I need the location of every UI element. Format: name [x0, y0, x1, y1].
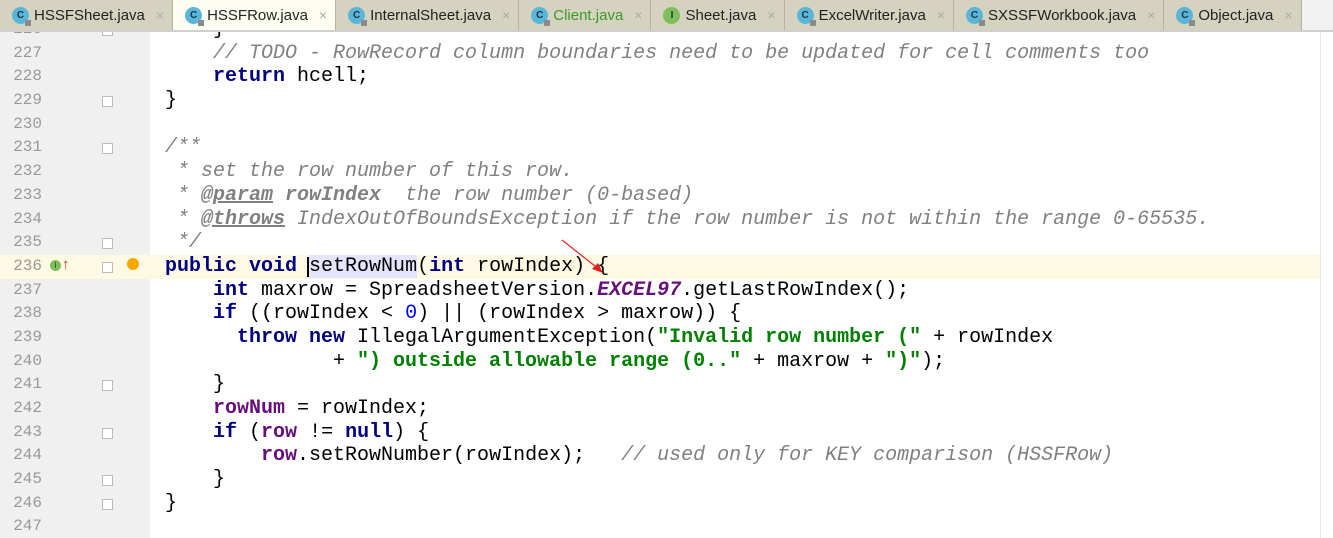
tab-label: Sheet.java: [685, 6, 757, 24]
class-icon: C: [796, 6, 816, 26]
editor-tab-bar: C HSSFSheet.java × C HSSFRow.java × C InternalS…: [0, 0, 1333, 32]
close-tab-icon[interactable]: ×: [319, 7, 327, 23]
class-icon: C: [185, 6, 205, 26]
tab-label: HSSFRow.java: [207, 6, 308, 24]
tab-label: Client.java: [553, 6, 624, 24]
class-icon: C: [12, 6, 31, 26]
close-tab-icon[interactable]: ×: [1147, 7, 1155, 23]
tab-excelwriter-java[interactable]: C ExcelWriter.java ×: [784, 0, 955, 30]
class-icon: C: [531, 6, 551, 26]
class-icon: C: [348, 6, 368, 26]
red-arrow-annotation: [561, 239, 603, 273]
vertical-scrollbar[interactable]: [1320, 32, 1333, 538]
tab-label: InternalSheet.java: [370, 6, 492, 24]
code-editor[interactable]: 226 }227 // TODO - RowRecord column boun…: [0, 32, 1333, 538]
tab-internalsheet-java[interactable]: C InternalSheet.java ×: [336, 0, 520, 30]
tab-sheet-java[interactable]: I Sheet.java ×: [651, 0, 785, 30]
tab-label: SXSSFWorkbook.java: [988, 6, 1137, 24]
close-tab-icon[interactable]: ×: [156, 7, 164, 23]
class-icon: C: [1176, 6, 1196, 26]
tab-hssfsheet-java[interactable]: C HSSFSheet.java ×: [0, 0, 174, 30]
interface-icon: I: [663, 6, 681, 24]
tab-object-java[interactable]: C Object.java ×: [1164, 0, 1302, 30]
close-tab-icon[interactable]: ×: [634, 7, 642, 23]
close-tab-icon[interactable]: ×: [767, 7, 775, 23]
tab-label: HSSFSheet.java: [34, 6, 145, 24]
close-tab-icon[interactable]: ×: [1284, 7, 1292, 23]
tab-client-java[interactable]: C Client.java ×: [519, 0, 652, 30]
tab-label: ExcelWriter.java: [818, 6, 926, 24]
tab-label: Object.java: [1198, 6, 1274, 24]
close-tab-icon[interactable]: ×: [937, 7, 945, 23]
close-tab-icon[interactable]: ×: [502, 7, 510, 23]
tab-hssfrow-java[interactable]: C HSSFRow.java ×: [173, 0, 337, 30]
tab-sxssfworkbook-java[interactable]: C SXSSFWorkbook.java ×: [954, 0, 1165, 30]
class-icon: C: [966, 6, 986, 26]
